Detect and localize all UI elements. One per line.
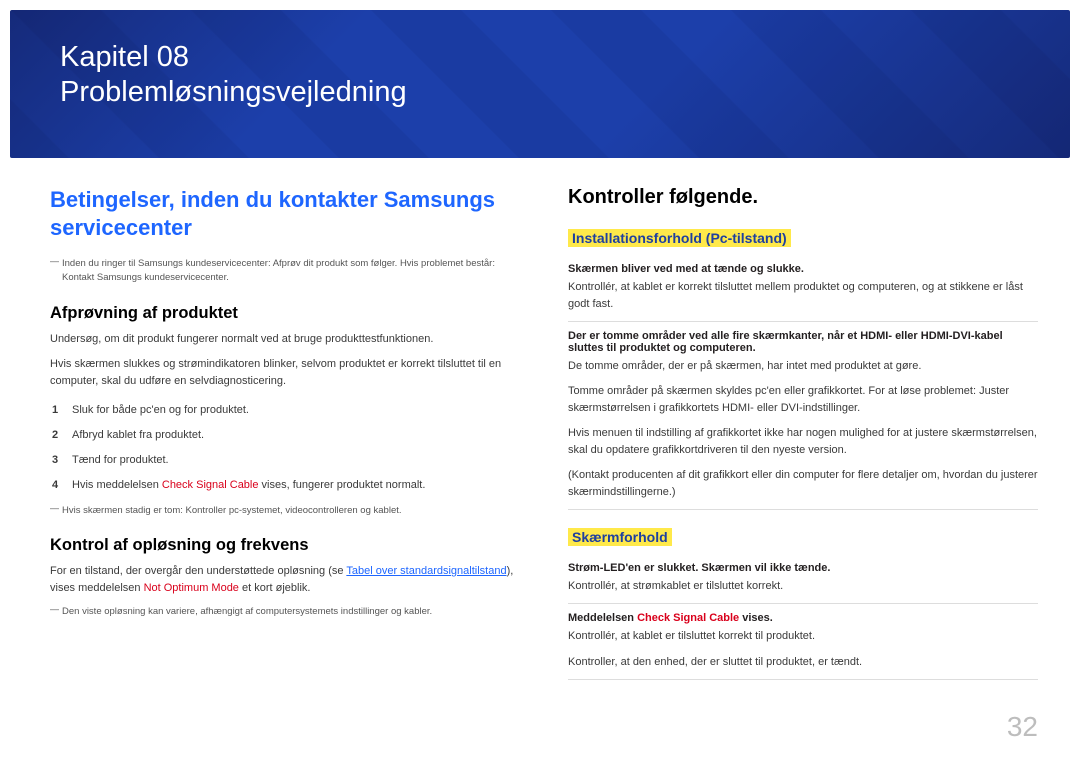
body-test-1: Undersøg, om dit produkt fungerer normal…: [50, 331, 520, 348]
subheading-screen: Skærmforhold: [568, 528, 672, 546]
resolution-cable-check: Kontrollér, at kablet er korrekt tilslut…: [568, 279, 1038, 313]
issue-screen-cycling: Skærmen bliver ved med at tænde og slukk…: [568, 263, 1038, 275]
chapter-banner: Kapitel 08 Problemløsningsvejledning: [10, 10, 1070, 158]
msg-suffix: vises.: [739, 612, 773, 624]
step-2: Afbryd kablet fra produktet.: [50, 423, 520, 448]
body-test-2: Hvis skærmen slukkes og strømindikatoren…: [50, 356, 520, 390]
resolution-cable-product: Kontrollér, at kablet er tilsluttet korr…: [568, 628, 1038, 645]
manual-page: Kapitel 08 Problemløsningsvejledning Bet…: [0, 0, 1080, 763]
left-column: Betingelser, inden du kontakter Samsungs…: [50, 186, 520, 688]
subheading-product-test: Afprøvning af produktet: [50, 304, 520, 323]
separator: [568, 321, 1038, 322]
issue-power-led-off: Strøm-LED'en er slukket. Skærmen vil ikk…: [568, 562, 1038, 574]
issue-blank-corners: Der er tomme områder ved alle fire skærm…: [568, 330, 1038, 354]
resolution-power-cable: Kontrollér, at strømkablet er tilsluttet…: [568, 578, 1038, 595]
check-signal-cable-text: Check Signal Cable: [162, 479, 259, 491]
footnote-blank-screen: Hvis skærmen stadig er tom: Kontroller p…: [50, 504, 520, 518]
resolution-blank-2: Tomme områder på skærmen skyldes pc'en e…: [568, 383, 1038, 417]
right-column: Kontroller følgende. Installationsforhol…: [568, 186, 1038, 688]
chapter-title: Problemløsningsvejledning: [60, 75, 1020, 110]
res-text-a: For en tilstand, der overgår den underst…: [50, 565, 346, 577]
step-1: Sluk for både pc'en og for produktet.: [50, 398, 520, 423]
issue-check-signal-cable: Meddelelsen Check Signal Cable vises.: [568, 612, 1038, 624]
resolution-device-on: Kontroller, at den enhed, der er sluttet…: [568, 654, 1038, 671]
step-4: Hvis meddelelsen Check Signal Cable vise…: [50, 473, 520, 498]
not-optimum-mode-text: Not Optimum Mode: [144, 582, 239, 594]
content-columns: Betingelser, inden du kontakter Samsungs…: [0, 158, 1080, 688]
signal-table-link[interactable]: Tabel over standardsignaltilstand: [346, 565, 506, 577]
chapter-number: Kapitel 08: [60, 40, 1020, 75]
step-3: Tænd for produktet.: [50, 448, 520, 473]
section-heading-contact: Betingelser, inden du kontakter Samsungs…: [50, 186, 520, 241]
resolution-blank-1: De tomme områder, der er på skærmen, har…: [568, 358, 1038, 375]
section-heading-check: Kontroller følgende.: [568, 186, 1038, 209]
steps-list: Sluk for både pc'en og for produktet. Af…: [50, 398, 520, 498]
separator: [568, 603, 1038, 604]
page-number: 32: [1007, 711, 1038, 743]
subheading-resolution: Kontrol af opløsning og frekvens: [50, 536, 520, 555]
res-text-c: et kort øjeblik.: [239, 582, 311, 594]
step-4-prefix: Hvis meddelelsen: [72, 479, 162, 491]
step-4-suffix: vises, fungerer produktet normalt.: [259, 479, 426, 491]
check-signal-cable-text-2: Check Signal Cable: [637, 612, 739, 624]
footnote-resolution: Den viste opløsning kan variere, afhængi…: [50, 605, 520, 619]
separator: [568, 679, 1038, 680]
resolution-blank-4: (Kontakt producenten af dit grafikkort e…: [568, 467, 1038, 501]
msg-prefix: Meddelelsen: [568, 612, 637, 624]
resolution-blank-3: Hvis menuen til indstilling af grafikkor…: [568, 425, 1038, 459]
separator: [568, 509, 1038, 510]
subheading-installation: Installationsforhold (Pc-tilstand): [568, 229, 791, 247]
footnote-contact: Inden du ringer til Samsungs kundeservic…: [50, 257, 520, 286]
body-resolution: For en tilstand, der overgår den underst…: [50, 563, 520, 597]
